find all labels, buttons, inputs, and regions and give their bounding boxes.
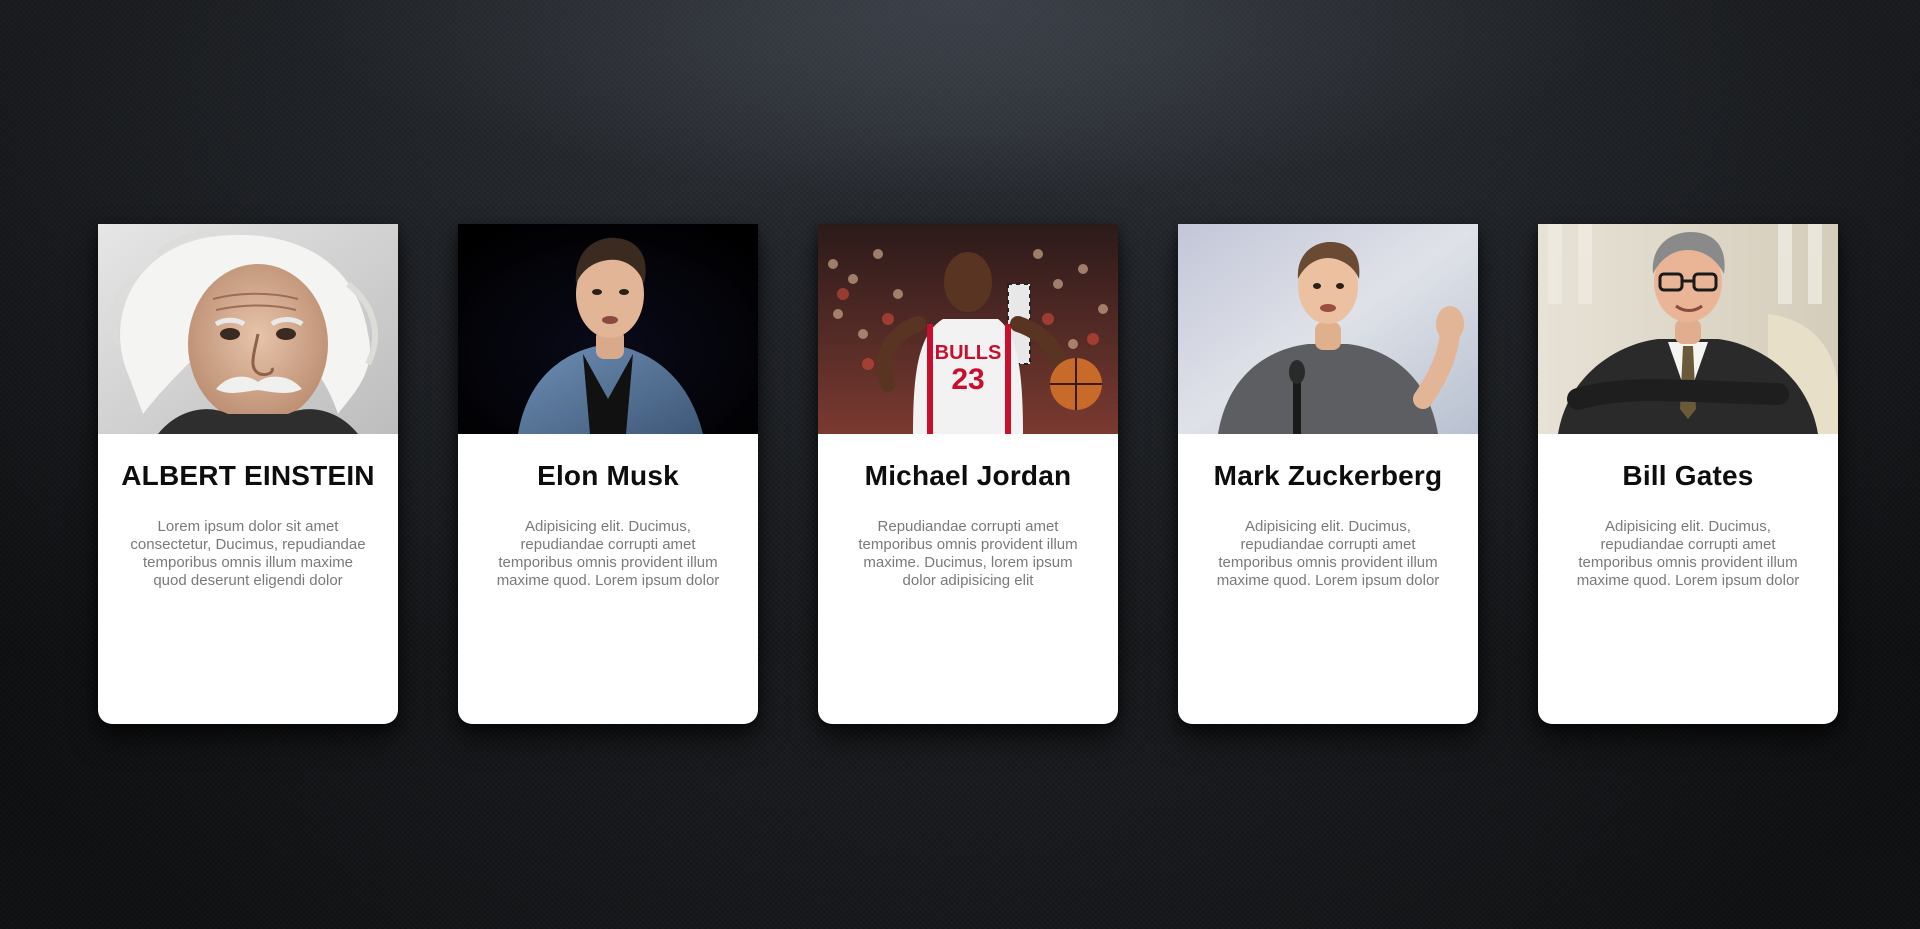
- card-title: Michael Jordan: [864, 460, 1072, 491]
- profile-card-row: ALBERT EINSTEIN Lorem ipsum dolor sit am…: [98, 224, 1838, 724]
- profile-card-mark-zuckerberg[interactable]: Mark Zuckerberg Adipisicing elit. Ducimu…: [1178, 224, 1478, 724]
- michael-jordan-photo: BULLS 23: [818, 224, 1118, 434]
- card-description: Adipisicing elit. Ducimus, repudiandae c…: [496, 518, 720, 589]
- card-title: ALBERT EINSTEIN: [121, 460, 375, 491]
- card-title: Mark Zuckerberg: [1213, 460, 1443, 491]
- elon-musk-photo: [458, 224, 758, 434]
- mark-zuckerberg-photo: [1178, 224, 1478, 434]
- card-description: Repudiandae corrupti amet temporibus omn…: [858, 518, 1078, 589]
- svg-text:23: 23: [951, 363, 984, 396]
- profile-card-einstein[interactable]: ALBERT EINSTEIN Lorem ipsum dolor sit am…: [98, 224, 398, 724]
- card-title: Bill Gates: [1622, 460, 1754, 491]
- card-description: Adipisicing elit. Ducimus, repudiandae c…: [1576, 518, 1800, 589]
- bill-gates-photo: [1538, 224, 1838, 434]
- card-title: Elon Musk: [537, 460, 679, 491]
- profile-card-elon-musk[interactable]: Elon Musk Adipisicing elit. Ducimus, rep…: [458, 224, 758, 724]
- profile-card-michael-jordan[interactable]: BULLS 23 Michael Jordan Repudiandae corr…: [818, 224, 1118, 724]
- svg-text:BULLS: BULLS: [935, 342, 1002, 364]
- card-description: Lorem ipsum dolor sit amet consectetur, …: [130, 518, 366, 589]
- einstein-photo: [98, 224, 398, 434]
- profile-card-bill-gates[interactable]: Bill Gates Adipisicing elit. Ducimus, re…: [1538, 224, 1838, 724]
- card-description: Adipisicing elit. Ducimus, repudiandae c…: [1216, 518, 1440, 589]
